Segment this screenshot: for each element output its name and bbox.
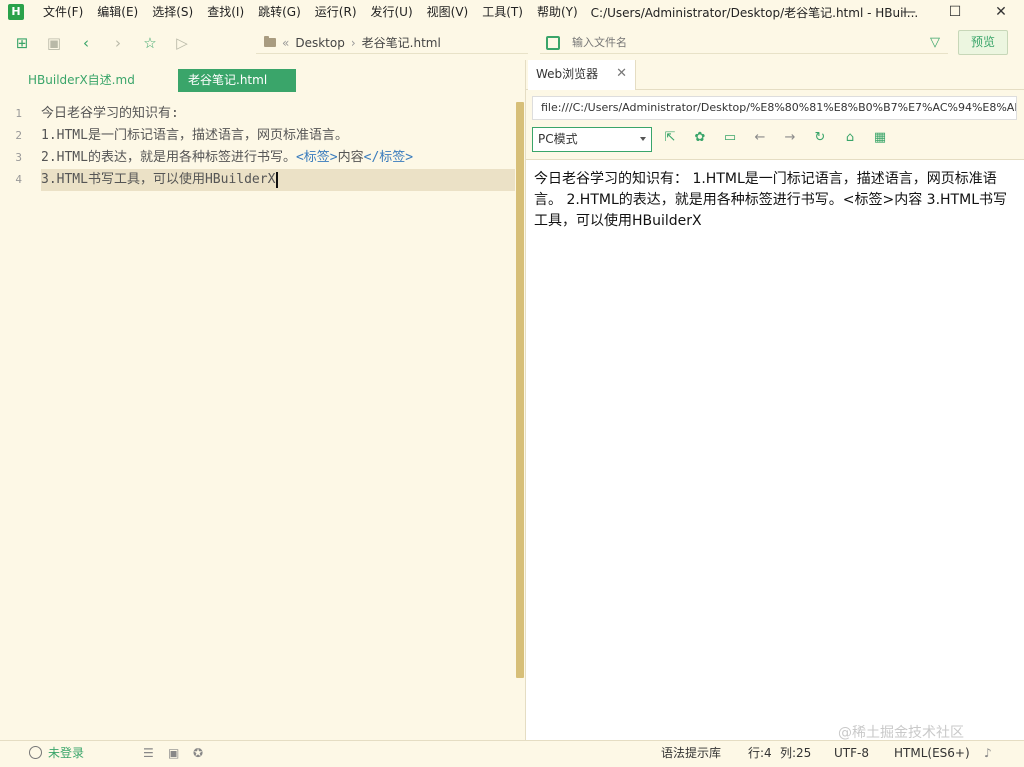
breadcrumb: « Desktop › 老谷笔记.html [256, 32, 528, 54]
line-text-plain: 2.HTML的表达，就是用各种标签进行书写。 [41, 150, 296, 165]
filter-icon[interactable]: ▽ [930, 35, 940, 50]
rendered-page-text: 今日老谷学习的知识有： 1.HTML是一门标记语言，描述语言，网页标准语言。 2… [534, 171, 1007, 229]
qrcode-icon[interactable]: ▦ [870, 128, 890, 148]
breadcrumb-separator: › [350, 35, 356, 50]
login-status[interactable]: 未登录 [48, 741, 84, 765]
editor-scrollbar[interactable] [516, 102, 524, 678]
menu-help[interactable]: 帮助(Y) [530, 0, 585, 24]
menu-edit[interactable]: 编辑(E) [90, 0, 145, 24]
menu-view[interactable]: 视图(V) [420, 0, 476, 24]
code-line: 3 2.HTML的表达，就是用各种标签进行书写。<标签>内容</标签> [0, 147, 516, 169]
line-number: 4 [15, 173, 22, 186]
tab-laogu-notes[interactable]: 老谷笔记.html [178, 69, 296, 92]
line-text: 2.HTML的表达，就是用各种标签进行书写。<标签>内容</标签> [41, 147, 413, 169]
plugin-icon[interactable]: ✪ [193, 741, 203, 765]
close-tab-icon[interactable]: ✕ [616, 60, 627, 88]
window-controls: — ☐ ✕ [886, 0, 1024, 24]
menu-publish[interactable]: 发行(U) [364, 0, 420, 24]
line-text: 1.HTML是一门标记语言，描述语言，网页标准语言。 [41, 128, 348, 143]
terminal-icon[interactable]: ▣ [168, 741, 179, 765]
back-icon[interactable]: ‹ [76, 33, 96, 53]
line-number: 2 [15, 129, 22, 142]
tab-web-browser[interactable]: Web浏览器 ✕ [528, 60, 636, 90]
folder-icon [264, 36, 276, 47]
tab-hbuilderx-readme[interactable]: HBuilderX自述.md [18, 69, 145, 92]
line-text: 3.HTML书写工具，可以使用HBuilderX [41, 169, 515, 191]
file-search-input[interactable] [572, 36, 902, 49]
breadcrumb-collapse-icon[interactable]: « [282, 36, 289, 50]
run-icon[interactable]: ▷ [172, 33, 192, 53]
main-toolbar: ⊞ ▣ ‹ › ☆ ▷ « Desktop › 老谷笔记.html ▽ 预览 [0, 28, 1024, 58]
cursor-column[interactable]: 列:25 [780, 741, 811, 765]
code-line: 2 1.HTML是一门标记语言，描述语言，网页标准语言。 [0, 125, 516, 147]
bell-icon[interactable]: ♪ [984, 741, 992, 765]
outline-icon[interactable]: ☰ [143, 741, 154, 765]
device-mode-value: PC模式 [538, 132, 578, 146]
tag-content: 内容 [337, 150, 364, 165]
watermark: @稀土掘金技术社区 [838, 725, 964, 741]
browser-tab-label: Web浏览器 [536, 67, 599, 81]
file-encoding[interactable]: UTF-8 [834, 741, 869, 765]
user-icon[interactable] [29, 746, 42, 759]
open-external-icon[interactable]: ⇱ [660, 128, 680, 148]
lock-icon[interactable]: ⌂ [840, 128, 860, 148]
menu-select[interactable]: 选择(S) [145, 0, 200, 24]
maximize-button[interactable]: ☐ [932, 0, 978, 24]
back-arrow-icon[interactable]: ← [750, 128, 770, 148]
text-cursor [276, 171, 279, 188]
forward-icon[interactable]: › [108, 33, 128, 53]
url-field[interactable]: file:///C:/Users/Administrator/Desktop/%… [532, 96, 1017, 120]
device-mode-select[interactable]: PC模式 [532, 127, 652, 152]
star-icon[interactable]: ☆ [140, 33, 160, 53]
browser-tools: ⇱ ✿ ▭ ← → ↻ ⌂ ▦ [660, 128, 900, 148]
chevron-down-icon [640, 137, 646, 141]
status-bar: 未登录 ☰ ▣ ✪ 语法提示库 行:4 列:25 UTF-8 HTML(ES6+… [0, 740, 1024, 765]
new-file-icon[interactable]: ⊞ [12, 33, 32, 53]
forward-arrow-icon[interactable]: → [780, 128, 800, 148]
line-number: 3 [15, 151, 22, 164]
breadcrumb-item-file[interactable]: 老谷笔记.html [362, 34, 441, 51]
window-title: C:/Users/Administrator/Desktop/老谷笔记.html… [590, 5, 919, 20]
menu-run[interactable]: 运行(R) [308, 0, 364, 24]
settings-icon[interactable]: ✿ [690, 128, 710, 148]
preview-button[interactable]: 预览 [958, 30, 1008, 55]
code-editor[interactable]: 1 今日老谷学习的知识有: 2 1.HTML是一门标记语言，描述语言，网页标准语… [0, 100, 516, 740]
title-bar: H 文件(F) 编辑(E) 选择(S) 查找(I) 跳转(G) 运行(R) 发行… [0, 0, 1024, 24]
file-search-icon [546, 35, 560, 50]
console-icon[interactable]: ▭ [720, 128, 740, 148]
line-text: 今日老谷学习的知识有: [41, 106, 179, 121]
save-icon[interactable]: ▣ [44, 33, 64, 53]
menu-find[interactable]: 查找(I) [200, 0, 251, 24]
web-browser-pane: Web浏览器 ✕ file:///C:/Users/Administrator/… [525, 60, 1024, 740]
browser-header: file:///C:/Users/Administrator/Desktop/%… [526, 90, 1024, 160]
menu-bar: 文件(F) 编辑(E) 选择(S) 查找(I) 跳转(G) 运行(R) 发行(U… [36, 0, 585, 24]
close-window-button[interactable]: ✕ [978, 0, 1024, 24]
code-line: 1 今日老谷学习的知识有: [0, 103, 516, 125]
language-mode[interactable]: HTML(ES6+) [894, 741, 970, 765]
menu-file[interactable]: 文件(F) [36, 0, 90, 24]
browser-tab-bar: Web浏览器 ✕ [526, 60, 1024, 90]
minimize-button[interactable]: — [886, 0, 932, 24]
syntax-library[interactable]: 语法提示库 [661, 741, 721, 765]
menu-tools[interactable]: 工具(T) [475, 0, 530, 24]
html-tag-close: </标签> [363, 150, 414, 165]
file-search-bar: ▽ [540, 32, 948, 54]
line-text-plain: 3.HTML书写工具，可以使用HBuilderX [41, 172, 276, 187]
hbuilderx-logo-icon: H [8, 4, 24, 20]
editor-tab-bar: HBuilderX自述.md 老谷笔记.html [0, 62, 524, 96]
menu-goto[interactable]: 跳转(G) [251, 0, 308, 24]
cursor-line[interactable]: 行:4 [748, 741, 772, 765]
html-tag-open: <标签> [295, 150, 338, 165]
code-line-current: 4 3.HTML书写工具，可以使用HBuilderX [0, 169, 516, 191]
refresh-icon[interactable]: ↻ [810, 128, 830, 148]
line-number: 1 [15, 107, 22, 120]
breadcrumb-item-desktop[interactable]: Desktop [295, 36, 345, 50]
